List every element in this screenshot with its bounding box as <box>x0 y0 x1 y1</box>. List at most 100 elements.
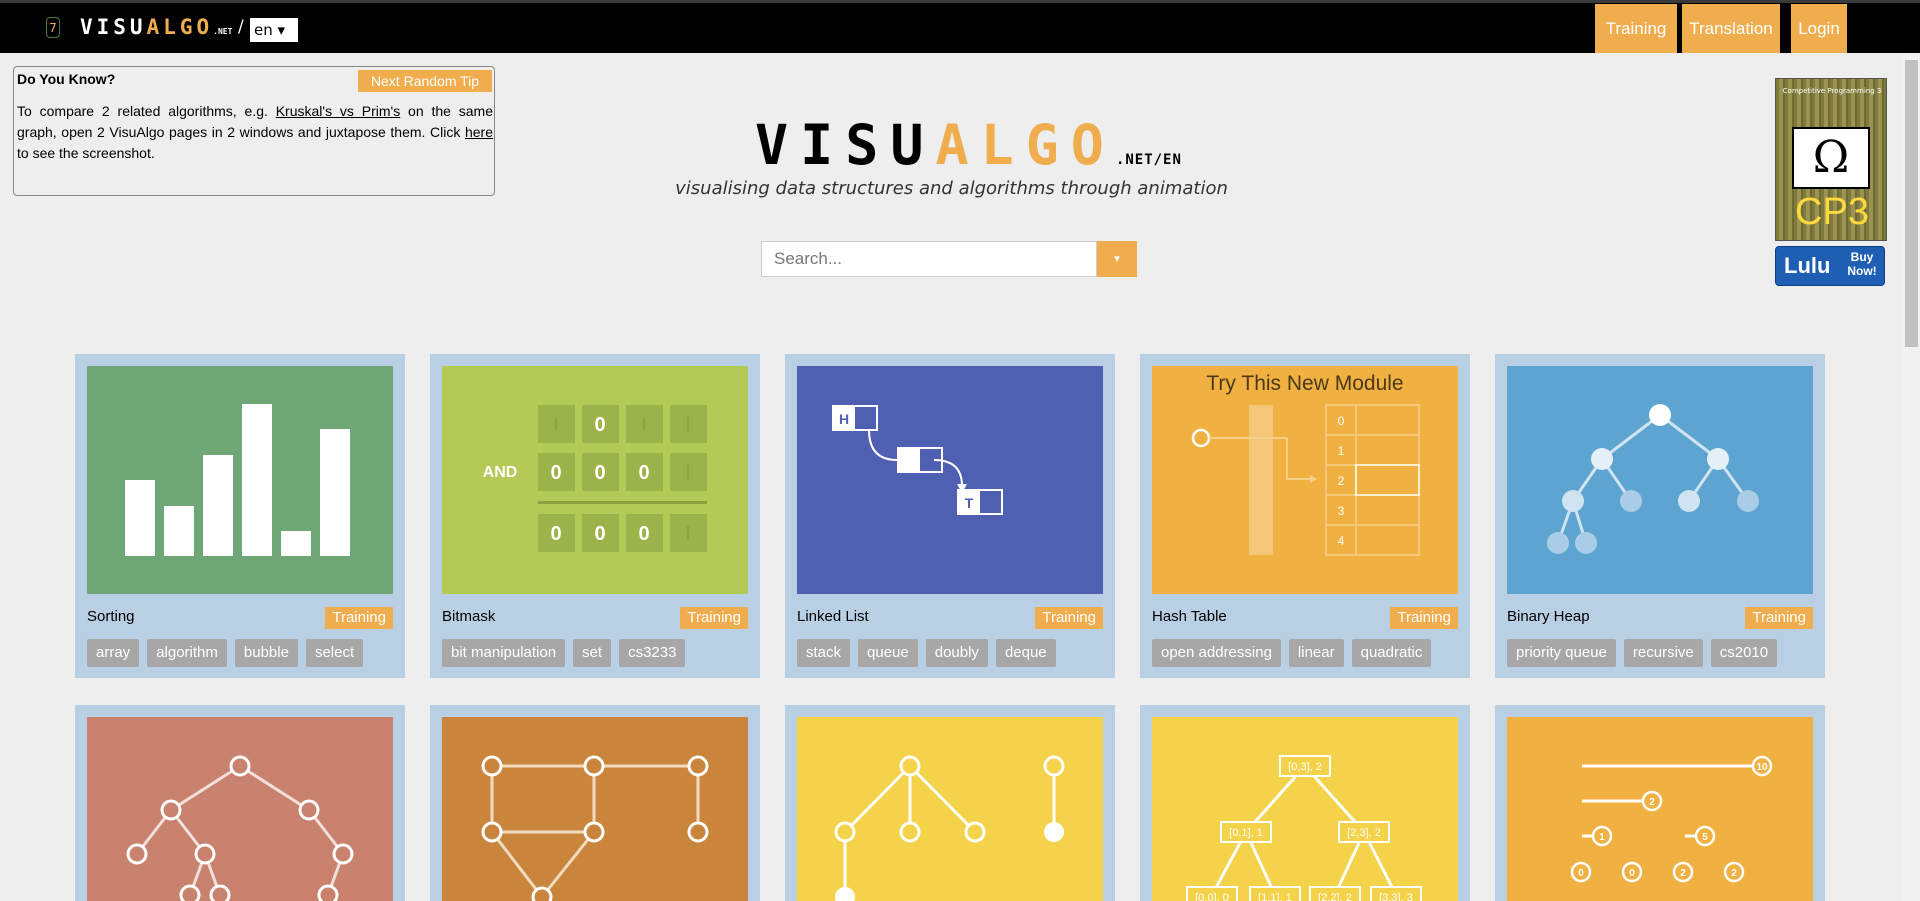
bar <box>320 429 350 556</box>
card-title[interactable]: Hash Table <box>1152 608 1227 625</box>
bst-node <box>126 843 148 865</box>
card-title[interactable]: Linked List <box>797 608 869 625</box>
training-button[interactable]: Training <box>680 607 748 629</box>
tag[interactable]: algorithm <box>147 639 227 667</box>
card-title[interactable]: Bitmask <box>442 608 495 625</box>
tip-text-part: To compare 2 related algorithms, e.g. <box>17 103 276 119</box>
next-random-tip-button[interactable]: Next Random Tip <box>358 70 492 92</box>
segment-tree-thumbnail[interactable]: [0,3], 2 [0,1], 1 [2,3], 2 [0,0], 0 [1,1… <box>1152 717 1458 901</box>
browser-strip <box>0 0 1920 3</box>
tag[interactable]: select <box>305 639 364 667</box>
slot-index: 4 <box>1338 534 1345 548</box>
brand-net: .NET <box>213 27 233 36</box>
notification-badge[interactable]: 7 <box>46 17 60 38</box>
training-button[interactable]: Training <box>1390 607 1458 629</box>
tag[interactable]: bubble <box>234 639 298 667</box>
linked-list-thumbnail[interactable]: H T <box>797 366 1103 594</box>
module-card-linked-list[interactable]: H T Linked List Training stack queue doubl… <box>785 354 1115 678</box>
bit: 0 <box>594 414 605 436</box>
sorting-thumbnail[interactable] <box>87 366 393 594</box>
bit: 0 <box>550 462 561 484</box>
bitmask-thumbnail[interactable]: AND I 0 I I 0 0 0 I 0 0 0 I <box>442 366 748 594</box>
tag[interactable]: set <box>573 639 612 667</box>
heap-node <box>1547 532 1569 554</box>
thumbnail-bg <box>1507 366 1813 594</box>
search-input[interactable] <box>761 241 1097 277</box>
top-navbar: 7 VISUALGO.NET / en ▾ Training Translati… <box>0 0 1920 53</box>
tag[interactable]: open addressing <box>1152 639 1281 667</box>
tag[interactable]: doubly <box>925 639 988 667</box>
tag[interactable]: cs2010 <box>1710 639 1778 667</box>
segment-label: [2,2], 2 <box>1318 892 1352 901</box>
fenwick-value: 0 <box>1578 868 1584 879</box>
bst-node <box>298 799 320 821</box>
translation-button[interactable]: Translation <box>1682 4 1780 53</box>
card-title[interactable]: Sorting <box>87 608 135 625</box>
training-button[interactable]: Training <box>325 607 393 629</box>
lulu-buy-now-button[interactable]: Lulu Buy Now! <box>1775 246 1885 286</box>
brand-text-white: VISU <box>80 15 147 39</box>
tag[interactable]: bit manipulation <box>442 639 566 667</box>
kruskal-prim-link[interactable]: Kruskal's vs Prim's <box>276 103 400 119</box>
buy-now-label: Buy Now! <box>1847 250 1877 278</box>
tag[interactable]: stack <box>797 639 851 667</box>
thumbnail-bg <box>797 717 1103 901</box>
heap-node <box>1737 490 1759 512</box>
did-you-know-panel: Do You Know? Next Random Tip To compare … <box>13 66 495 196</box>
brand-logo-link[interactable]: VISUALGO.NET <box>80 14 232 45</box>
graph-thumbnail[interactable] <box>442 717 748 901</box>
tag[interactable]: linear <box>1288 639 1344 667</box>
bar <box>164 506 194 556</box>
fenwick-value: 2 <box>1680 868 1686 879</box>
bst-node <box>194 843 216 865</box>
brand-text-orange: ALGO <box>146 15 214 39</box>
union-find-thumbnail[interactable] <box>797 717 1103 901</box>
new-module-banner: Try This New Module <box>1206 372 1403 395</box>
bar <box>203 455 233 556</box>
segment-label: [1,1], 1 <box>1258 892 1292 901</box>
search-dropdown-button[interactable]: ▾ <box>1097 241 1137 277</box>
module-card-hash-table[interactable]: Try This New Module 0 1 2 3 4 Hash Table… <box>1140 354 1470 678</box>
binary-heap-thumbnail[interactable] <box>1507 366 1813 594</box>
training-button[interactable]: Training <box>1745 607 1813 629</box>
screenshot-link[interactable]: here <box>465 124 493 140</box>
heap-node <box>1562 490 1584 512</box>
main-logo-suffix: .NET/EN <box>1115 152 1182 168</box>
module-card-bst[interactable] <box>75 705 405 901</box>
tag[interactable]: array <box>87 639 140 667</box>
tag-list: array algorithm bubble select <box>87 639 371 667</box>
tag[interactable]: recursive <box>1623 639 1703 667</box>
tail-label: T <box>965 495 974 511</box>
forest-node <box>1043 755 1065 777</box>
login-button[interactable]: Login <box>1791 4 1847 53</box>
module-card-fenwick-tree[interactable]: 10 2 1 5 0 0 2 2 <box>1495 705 1825 901</box>
hash-table-thumbnail[interactable]: Try This New Module 0 1 2 3 4 <box>1152 366 1458 594</box>
tag[interactable]: deque <box>995 639 1056 667</box>
bit: 0 <box>594 462 605 484</box>
module-card-graph-ds[interactable] <box>430 705 760 901</box>
cp3-book-ad[interactable]: Competitive Programming 3 Ω CP3 <box>1775 78 1887 241</box>
tag[interactable]: quadratic <box>1351 639 1432 667</box>
bst-node <box>229 755 251 777</box>
tag[interactable]: queue <box>858 639 918 667</box>
module-card-bitmask[interactable]: AND I 0 I I 0 0 0 I 0 0 0 I Bitmask Trai… <box>430 354 760 678</box>
module-card-segment-tree[interactable]: [0,3], 2 [0,1], 1 [2,3], 2 [0,0], 0 [1,1… <box>1140 705 1470 901</box>
training-button[interactable]: Training <box>1595 4 1677 53</box>
node-value <box>899 449 920 471</box>
bit: I <box>641 414 647 436</box>
scrollbar-thumb[interactable] <box>1905 60 1918 347</box>
tag[interactable]: priority queue <box>1507 639 1616 667</box>
module-card-sorting[interactable]: Sorting Training array algorithm bubble sel… <box>75 354 405 678</box>
card-title[interactable]: Binary Heap <box>1507 608 1590 625</box>
tag[interactable]: cs3233 <box>619 639 686 667</box>
module-card-union-find[interactable] <box>785 705 1115 901</box>
training-button[interactable]: Training <box>1035 607 1103 629</box>
bar <box>125 480 155 556</box>
language-select[interactable]: en ▾ <box>250 18 298 42</box>
thumbnail-bg <box>1507 717 1813 901</box>
and-label: AND <box>483 464 518 481</box>
slot-index: 0 <box>1338 414 1345 428</box>
fenwick-thumbnail[interactable]: 10 2 1 5 0 0 2 2 <box>1507 717 1813 901</box>
bst-thumbnail[interactable] <box>87 717 393 901</box>
module-card-binary-heap[interactable]: Binary Heap Training priority queue recur… <box>1495 354 1825 678</box>
